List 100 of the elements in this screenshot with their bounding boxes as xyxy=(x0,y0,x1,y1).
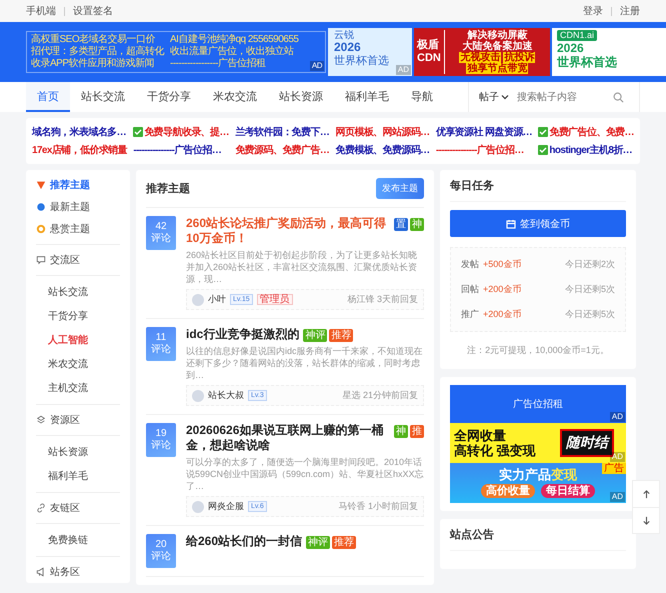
sidebar-link[interactable]: 干货分享 xyxy=(36,304,120,328)
avatar xyxy=(192,294,204,306)
section-heading[interactable]: 站务区 xyxy=(36,561,80,583)
post-tag: 神评 xyxy=(303,329,328,342)
author-name[interactable]: 站长大叔 xyxy=(208,389,244,402)
post-tag: 推 xyxy=(410,425,424,438)
section-heading[interactable]: 资源区 xyxy=(36,409,80,431)
chevron-down-icon xyxy=(501,93,509,101)
nav-tab[interactable]: 站长交流 xyxy=(70,82,136,112)
task-remaining: 今日还剩5次 xyxy=(564,308,615,321)
comment-count: 42 评论 xyxy=(146,216,176,250)
ad-banner[interactable]: 全网收量 高转化 强变现 随时结 AD xyxy=(450,423,626,463)
top-link[interactable]: 设置签名 xyxy=(73,4,113,18)
text-link[interactable]: 免费广告位、免费… xyxy=(538,125,634,139)
text-link[interactable]: 优享资源社 网盘资源… xyxy=(436,125,532,139)
search-field[interactable]: 搜索帖子内容 xyxy=(515,90,607,104)
nav-tab[interactable]: 首页 xyxy=(26,82,70,112)
triangle-icon xyxy=(36,180,46,190)
task-label: 推广 xyxy=(461,308,479,321)
text-link[interactable]: ---------------广告位招… xyxy=(436,143,532,157)
post-title[interactable]: 260站长论坛推广奖励活动，最高可得10万金币！ xyxy=(186,216,390,246)
panel-title: 推荐主题 xyxy=(146,182,190,196)
ad-banner[interactable]: 云锐 2026 世界杯首选 AD xyxy=(328,28,412,76)
reply-info: 马铃香 1小时前回复 xyxy=(338,500,418,513)
author-name[interactable]: 小叶 xyxy=(208,293,226,306)
reply-info: 杨江锋 3天前回复 xyxy=(347,293,418,306)
calendar-icon xyxy=(506,218,516,228)
post-tag: 神 xyxy=(394,425,408,438)
role-badge: 管理员 xyxy=(256,294,293,305)
sidebar-link[interactable]: 主机交流 xyxy=(36,376,120,400)
text-link[interactable]: 免费导航收录、提… xyxy=(133,125,229,139)
post-title[interactable]: 20260626如果说互联网上赚的第一桶金，想起啥说啥 xyxy=(186,423,390,453)
nav-tab[interactable]: 福利羊毛 xyxy=(334,82,400,112)
post-tag: 推荐 xyxy=(329,329,354,342)
comment-count: 19 评论 xyxy=(146,423,176,457)
task-reward: +200金币 xyxy=(483,308,522,321)
section-heading[interactable]: 友链区 xyxy=(36,497,80,519)
search-icon[interactable] xyxy=(613,92,624,102)
sidebar-link[interactable]: 免费换链 xyxy=(36,528,120,552)
task-remaining: 今日还剩2次 xyxy=(564,258,615,271)
top-link[interactable]: 登录 xyxy=(583,4,603,18)
text-link[interactable]: 域名狗，米表域名多… xyxy=(32,125,128,139)
text-ad[interactable]: 高权重SEO老域名交易一口价 招代理：多类型产品，超高转化 收录APP软件应用和游戏新闻 AI自建号池纯净qq 2556590655 收出流量广告位，收出独立站 -----------------广告位招租 AD xyxy=(26,31,326,73)
text-link[interactable]: hostinger主机8折… xyxy=(538,143,634,157)
text-link[interactable]: 免费模板、免费源码… xyxy=(336,143,430,157)
post-tag: 推荐 xyxy=(332,536,356,549)
link-icon xyxy=(36,503,46,513)
post-excerpt: 可以分享的太多了，随便选一个脑海里时间段吧。2010年话说599CN创业中国源码（599cn.com）站、华夏社区hxXX忘了… xyxy=(186,456,424,492)
author-name[interactable]: 网炎企服 xyxy=(208,500,244,513)
avatar xyxy=(192,500,204,512)
task-label: 回帖 xyxy=(461,283,479,296)
scope-dropdown[interactable]: 帖子 xyxy=(479,90,509,104)
sidebar-item[interactable]: 推荐主题 xyxy=(36,174,120,196)
text-link[interactable]: 兰考软件园：免费下… xyxy=(235,125,330,139)
chat-icon xyxy=(36,255,46,265)
sidebar-item[interactable]: 最新主题 xyxy=(36,196,120,218)
task-label: 发帖 xyxy=(461,258,479,271)
post-excerpt: 以往的信息好像是说国内idc服务商有一千来家，不知道现在还剩下多少？随着网站的没落，站长群体的缩减，同时考虑到… xyxy=(186,345,424,381)
sidebar-link[interactable]: 米农交流 xyxy=(36,352,120,376)
megaphone-icon xyxy=(36,567,46,577)
sidebar-link[interactable]: 福利羊毛 xyxy=(36,464,120,488)
card-title: 每日任务 xyxy=(450,178,626,202)
text-link[interactable]: 网页模板、网站源码… xyxy=(336,125,430,139)
top-link[interactable]: 注册 xyxy=(620,4,640,18)
sidebar-link[interactable]: 站长交流 xyxy=(36,280,120,304)
nav-tab[interactable]: 干货分享 xyxy=(136,82,202,112)
post-tag: 神评 xyxy=(306,536,330,549)
dot-icon xyxy=(36,202,46,212)
post-title[interactable]: idc行业竞争挺激烈的 xyxy=(186,327,300,342)
top-link[interactable]: 手机端 xyxy=(26,4,56,18)
ad-banner[interactable]: 极盾 CDN 解决移动屏蔽 大陆免备案加速 无视攻击 抗投诉 独享节点带宽 xyxy=(414,28,550,76)
avatar xyxy=(192,390,204,402)
ad-banner[interactable]: 实力产品变现 高价收量 每日结算 广告 AD xyxy=(450,463,626,503)
post-tag: 置 xyxy=(394,218,408,231)
task-remaining: 今日还剩5次 xyxy=(564,283,615,296)
sidebar-link[interactable]: 人工智能 xyxy=(36,328,120,352)
card-title: 站点公告 xyxy=(450,527,626,551)
comment-count: 20 评论 xyxy=(146,534,176,568)
nav-tab[interactable]: 站长资源 xyxy=(268,82,334,112)
layers-icon xyxy=(36,415,46,425)
post-excerpt: 260站长社区目前处于初创起步阶段，为了让更多站长知晓并加入260站长社区，丰富社区交流氛围、汇聚优质站长资源，现… xyxy=(186,249,418,285)
text-link[interactable]: ---------------广告位招… xyxy=(133,143,229,157)
ad-banner[interactable]: 广告位招租 AD xyxy=(450,385,626,423)
nav-tab[interactable]: 导航 xyxy=(400,82,444,112)
text-link[interactable]: 17ex店铺，低价求销量 xyxy=(32,143,128,157)
sidebar-item[interactable]: 悬赏主题 xyxy=(36,218,120,240)
section-heading[interactable]: 交流区 xyxy=(36,249,80,271)
task-reward: +200金币 xyxy=(483,283,522,296)
post-title[interactable]: 给260站长们的一封信 xyxy=(186,534,302,549)
nav-tab[interactable]: 米农交流 xyxy=(202,82,268,112)
arrow-up-icon xyxy=(642,490,650,498)
post-tag: 神 xyxy=(410,218,424,231)
text-link[interactable]: 免费源码、免费广告… xyxy=(235,143,330,157)
ring-icon xyxy=(36,224,46,234)
sign-in-button[interactable]: 签到领金币 xyxy=(450,210,626,237)
sidebar-link[interactable]: 站长资源 xyxy=(36,440,120,464)
arrow-down-icon xyxy=(642,516,650,525)
reply-info: 星选 21分钟前回复 xyxy=(342,389,418,402)
comment-count: 11 评论 xyxy=(146,327,176,361)
task-note: 注：2元可提现，10,000金币=1元。 xyxy=(466,344,610,357)
